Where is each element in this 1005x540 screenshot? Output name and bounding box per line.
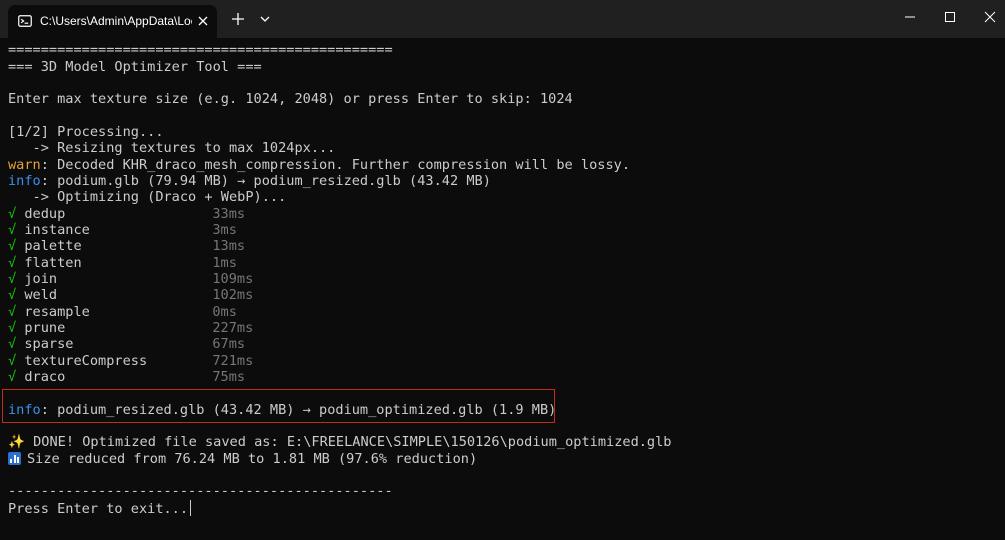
info-resize-line: info: podium.glb (79.94 MB) → podium_res… bbox=[8, 173, 491, 189]
warn-line: warn: Decoded KHR_draco_mesh_compression… bbox=[8, 157, 630, 173]
step-time: 0ms bbox=[212, 304, 237, 320]
step-time: 75ms bbox=[212, 369, 246, 385]
terminal-tab[interactable]: C:\Users\Admin\AppData\Loc bbox=[8, 5, 217, 38]
step-time: 67ms bbox=[212, 336, 246, 352]
step-row: √ weld 102ms bbox=[8, 287, 253, 303]
terminal-window: C:\Users\Admin\AppData\Loc =============… bbox=[0, 0, 1005, 540]
maximize-button[interactable] bbox=[930, 0, 970, 34]
step-time: 102ms bbox=[212, 287, 254, 303]
warn-label: warn bbox=[8, 157, 41, 173]
terminal-output[interactable]: ========================================… bbox=[0, 38, 1005, 540]
check-icon: √ bbox=[8, 238, 17, 254]
close-tab-icon[interactable] bbox=[195, 13, 211, 29]
step-name: dedup bbox=[24, 206, 66, 222]
info-label: info bbox=[8, 402, 41, 418]
step-name: sparse bbox=[24, 336, 74, 352]
step-row: √ join 109ms bbox=[8, 271, 253, 287]
step-name: weld bbox=[24, 287, 58, 303]
title-bar: C:\Users\Admin\AppData\Loc bbox=[0, 0, 1005, 38]
step-time: 3ms bbox=[212, 222, 237, 238]
step-name: resample bbox=[24, 304, 90, 320]
step-name: textureCompress bbox=[24, 353, 148, 369]
check-icon: √ bbox=[8, 206, 17, 222]
check-icon: √ bbox=[8, 222, 17, 238]
resizing-line: -> Resizing textures to max 1024px... bbox=[8, 140, 336, 156]
step-name: palette bbox=[24, 238, 82, 254]
step-time: 227ms bbox=[212, 320, 254, 336]
check-icon: √ bbox=[8, 304, 17, 320]
step-time: 721ms bbox=[212, 353, 254, 369]
step-name: prune bbox=[24, 320, 66, 336]
terminal-icon bbox=[18, 14, 32, 28]
step-time: 1ms bbox=[212, 255, 237, 271]
check-icon: √ bbox=[8, 320, 17, 336]
size-message: Size reduced from 76.24 MB to 1.81 MB (9… bbox=[27, 451, 478, 467]
step-time: 33ms bbox=[212, 206, 246, 222]
minimize-button[interactable] bbox=[890, 0, 930, 34]
step-row: √ palette 13ms bbox=[8, 238, 245, 254]
text-cursor bbox=[190, 500, 192, 516]
close-icon bbox=[984, 11, 996, 23]
processing-line: [1/2] Processing... bbox=[8, 124, 164, 140]
check-icon: √ bbox=[8, 255, 17, 271]
check-icon: √ bbox=[8, 369, 17, 385]
maximize-icon bbox=[945, 12, 955, 22]
step-row: √ dedup 33ms bbox=[8, 206, 245, 222]
info-resize-message: : podium.glb (79.94 MB) → podium_resized… bbox=[40, 173, 491, 189]
step-row: √ sparse 67ms bbox=[8, 336, 245, 352]
separator-line: ----------------------------------------… bbox=[8, 483, 393, 499]
step-time: 109ms bbox=[212, 271, 254, 287]
size-line: Size reduced from 76.24 MB to 1.81 MB (9… bbox=[8, 451, 477, 467]
step-name: flatten bbox=[24, 255, 82, 271]
bar-chart-icon bbox=[8, 452, 21, 465]
done-line: ✨ DONE! Optimized file saved as: E:\FREE… bbox=[8, 434, 671, 450]
texture-prompt: Enter max texture size (e.g. 1024, 2048)… bbox=[8, 91, 573, 107]
step-row: √ instance 3ms bbox=[8, 222, 237, 238]
tool-header: === 3D Model Optimizer Tool === bbox=[8, 59, 262, 75]
step-name: join bbox=[24, 271, 58, 287]
tab-title: C:\Users\Admin\AppData\Loc bbox=[40, 14, 192, 28]
step-time: 13ms bbox=[212, 238, 246, 254]
check-icon: √ bbox=[8, 353, 17, 369]
step-row: √ textureCompress 721ms bbox=[8, 353, 253, 369]
check-icon: √ bbox=[8, 336, 17, 352]
step-name: instance bbox=[24, 222, 90, 238]
info-optimized-line: info: podium_resized.glb (43.42 MB) → po… bbox=[8, 402, 556, 418]
step-row: √ draco 75ms bbox=[8, 369, 245, 385]
chevron-down-icon[interactable] bbox=[258, 12, 272, 26]
check-icon: √ bbox=[8, 287, 17, 303]
separator-line: ========================================… bbox=[8, 42, 393, 58]
check-icon: √ bbox=[8, 271, 17, 287]
info-optimized-message: : podium_resized.glb (43.42 MB) → podium… bbox=[40, 402, 557, 418]
step-row: √ resample 0ms bbox=[8, 304, 237, 320]
warn-message: : Decoded KHR_draco_mesh_compression. Fu… bbox=[40, 157, 631, 173]
exit-prompt: Press Enter to exit... bbox=[8, 501, 189, 517]
sparkles-icon: ✨ bbox=[8, 434, 25, 450]
exit-prompt-line: Press Enter to exit... bbox=[8, 500, 192, 517]
new-tab-icon[interactable] bbox=[230, 11, 246, 27]
step-row: √ prune 227ms bbox=[8, 320, 253, 336]
minimize-icon bbox=[905, 16, 915, 18]
optimizing-line: -> Optimizing (Draco + WebP)... bbox=[8, 189, 287, 205]
info-label: info bbox=[8, 173, 41, 189]
step-name: draco bbox=[24, 369, 66, 385]
close-window-button[interactable] bbox=[970, 0, 1005, 34]
done-message: DONE! Optimized file saved as: E:\FREELA… bbox=[24, 434, 672, 450]
step-row: √ flatten 1ms bbox=[8, 255, 237, 271]
